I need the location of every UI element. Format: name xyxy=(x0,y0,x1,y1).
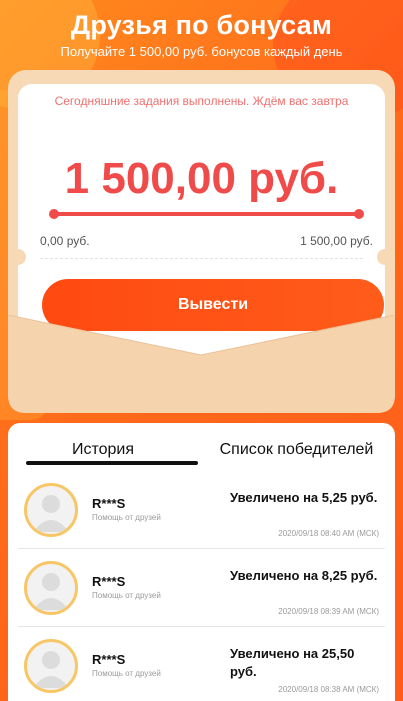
increase-text: Увеличено на 8,25 руб. xyxy=(230,568,378,583)
progress-end-dot xyxy=(354,209,364,219)
timestamp: 2020/09/18 08:39 AM (МСК) xyxy=(278,607,379,616)
progress-max-label: 1 500,00 руб. xyxy=(300,234,373,248)
user-placeholder-icon xyxy=(33,495,69,532)
list-item: R***S Помощь от друзей Увеличено на 5,25… xyxy=(8,471,395,549)
ticket-notch-left xyxy=(10,249,26,265)
list-item: R***S Помощь от друзей Увеличено на 8,25… xyxy=(8,549,395,627)
dashed-divider xyxy=(40,258,363,259)
timestamp: 2020/09/18 08:40 AM (МСК) xyxy=(278,529,379,538)
progress-min-label: 0,00 руб. xyxy=(40,234,90,248)
user-placeholder-icon xyxy=(33,573,69,610)
avatar xyxy=(24,561,78,615)
bonus-source: Помощь от друзей xyxy=(92,513,161,522)
bonus-amount: 1 500,00 руб. xyxy=(64,154,339,203)
tab-bar: История Список победителей xyxy=(8,423,395,471)
envelope-front xyxy=(8,315,395,413)
user-placeholder-icon xyxy=(33,651,69,688)
avatar xyxy=(24,483,78,537)
avatar xyxy=(24,639,78,693)
bonus-source: Помощь от друзей xyxy=(92,591,161,600)
bonus-source: Помощь от друзей xyxy=(92,669,161,678)
tab-history[interactable]: История xyxy=(8,441,198,459)
bonus-envelope: Сегодняшние задания выполнены. Ждём вас … xyxy=(8,70,395,413)
increase-text: Увеличено на 25,50 руб. xyxy=(230,646,355,679)
user-name: R***S xyxy=(92,574,126,589)
progress-start-dot xyxy=(49,209,59,219)
history-panel: История Список победителей R***S Помощь … xyxy=(8,423,395,701)
user-name: R***S xyxy=(92,496,126,511)
tab-winners[interactable]: Список победителей xyxy=(198,441,395,459)
page-subtitle: Получайте 1 500,00 руб. бонусов каждый д… xyxy=(60,44,343,59)
ticket-notch-right xyxy=(377,249,393,265)
increase-text: Увеличено на 5,25 руб. xyxy=(230,490,378,505)
status-text: Сегодняшние задания выполнены. Ждём вас … xyxy=(54,94,349,108)
list-item: R***S Помощь от друзей Увеличено на 25,5… xyxy=(8,627,395,701)
timestamp: 2020/09/18 08:38 AM (МСК) xyxy=(278,685,379,694)
progress-bar xyxy=(49,209,364,219)
page-title: Друзья по бонусам xyxy=(70,10,333,40)
user-name: R***S xyxy=(92,652,126,667)
active-tab-indicator xyxy=(26,461,198,465)
